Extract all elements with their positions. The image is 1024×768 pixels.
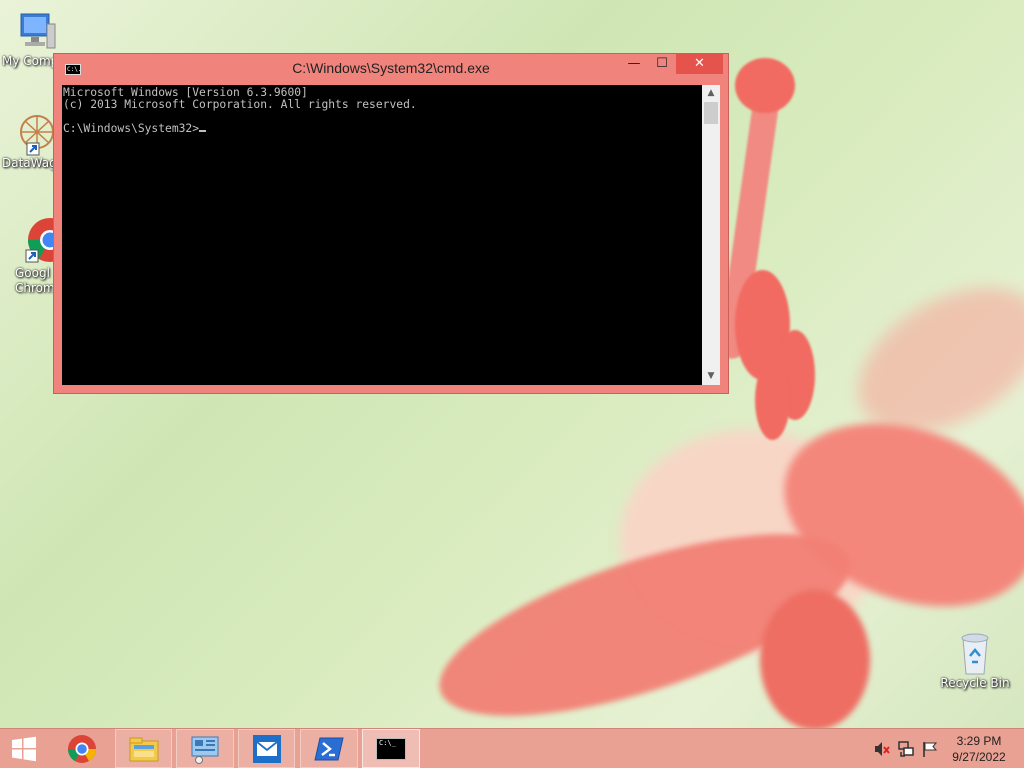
console-output[interactable]: Microsoft Windows [Version 6.3.9600] (c) … [62, 85, 702, 385]
console-prompt: C:\Windows\System32> [63, 122, 200, 135]
action-center-flag-icon[interactable] [921, 740, 939, 758]
recycle-bin-icon [961, 633, 989, 675]
window-titlebar[interactable]: C:\. C:\Windows\System32\cmd.exe — ☐ ✕ [54, 54, 728, 84]
start-icon [12, 736, 36, 761]
taskbar: C:\_ 3:29 PM 9/27/2022 [0, 728, 1024, 768]
wallpaper-stamen [755, 360, 790, 440]
computer-icon [20, 13, 56, 49]
text-cursor [199, 130, 207, 132]
wallpaper-stamen [735, 58, 795, 113]
taskbar-mail[interactable] [238, 729, 295, 768]
clock-date: 9/27/2022 [952, 750, 1006, 764]
cmd-icon: C:\_ [376, 737, 406, 760]
taskbar-clock[interactable]: 3:29 PM 9/27/2022 [944, 733, 1014, 765]
console-prompt-line: C:\Windows\System32> [63, 123, 702, 135]
volume-muted-icon[interactable] [873, 740, 891, 758]
datawagon-shortcut-icon [20, 115, 54, 156]
clock-time: 3:29 PM [956, 734, 1002, 748]
chrome-icon [68, 734, 96, 763]
powershell-icon [314, 737, 344, 760]
taskbar-cmd[interactable]: C:\_ [362, 729, 420, 768]
scroll-down-button[interactable]: ▼ [702, 368, 720, 385]
taskbar-control-panel[interactable] [176, 729, 234, 768]
scroll-thumb[interactable] [704, 102, 718, 124]
minimize-button[interactable]: — [621, 54, 647, 74]
network-icon[interactable] [897, 740, 915, 758]
mail-icon [252, 734, 281, 763]
desktop-icon-recycle-bin[interactable]: Recycle Bin [940, 630, 1010, 691]
taskbar-powershell[interactable] [300, 729, 358, 768]
taskbar-chrome[interactable] [56, 729, 108, 768]
control-panel-icon [191, 736, 219, 764]
console-line: (c) 2013 Microsoft Corporation. All righ… [63, 98, 417, 111]
start-button[interactable] [0, 729, 48, 768]
scroll-up-button[interactable]: ▲ [702, 85, 720, 102]
cmd-window[interactable]: C:\. C:\Windows\System32\cmd.exe — ☐ ✕ M… [53, 53, 729, 394]
desktop: My Comp DataWag Googl Chrom Recycle Bin … [0, 0, 1024, 728]
file-explorer-icon [129, 737, 158, 761]
close-button[interactable]: ✕ [676, 54, 723, 74]
wallpaper-petal [760, 590, 870, 728]
desktop-icon-label: Recycle Bin [940, 676, 1010, 690]
maximize-button[interactable]: ☐ [649, 54, 675, 74]
vertical-scrollbar[interactable]: ▲ ▼ [702, 85, 720, 385]
taskbar-file-explorer[interactable] [115, 729, 172, 768]
